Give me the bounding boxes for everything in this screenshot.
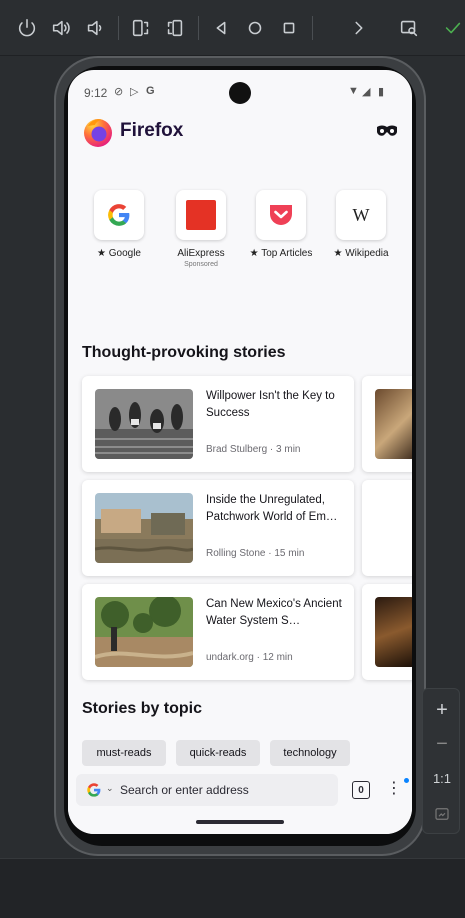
topic-chip[interactable]: must-reads	[82, 740, 166, 766]
topic-chip[interactable]: technology	[270, 740, 350, 766]
play-store-icon: ▷	[130, 86, 139, 98]
google-icon: G	[146, 85, 155, 97]
emulator-bottom-bar	[0, 858, 465, 918]
story-thumbnail	[375, 389, 412, 459]
app-name: Firefox	[120, 120, 184, 141]
story-thumbnail	[95, 389, 193, 459]
google-g-icon	[94, 190, 144, 240]
zoom-in-button[interactable]: +	[423, 693, 461, 727]
wifi-icon: ▼	[348, 85, 359, 97]
story-headline: Can New Mexico's Ancient Water System S…	[206, 598, 342, 627]
tab-counter-button[interactable]: 0	[352, 781, 370, 799]
sponsored-label: Sponsored	[184, 261, 218, 268]
pin-icon: ★	[249, 248, 259, 259]
shortcut-top-articles[interactable]: ★ Top Articles	[244, 190, 318, 259]
emulator-toolbar	[0, 0, 465, 56]
stories-heading: Thought-provoking stories	[82, 344, 286, 361]
home-icon[interactable]	[242, 15, 268, 41]
search-placeholder: Search or enter address	[120, 783, 249, 797]
story-card-peek[interactable]	[362, 584, 412, 680]
pocket-icon	[256, 190, 306, 240]
story-card[interactable]: Willpower Isn't the Key to Success Brad …	[82, 376, 354, 472]
shortcut-label: Top Articles	[261, 248, 313, 259]
story-thumbnail	[95, 597, 193, 667]
story-thumbnail	[95, 493, 193, 563]
story-card[interactable]: Inside the Unregulated, Patchwork World …	[82, 480, 354, 576]
top-sites: ★ Google AliExpress Sponsored ★ Top Arti…	[82, 190, 402, 290]
story-card-peek[interactable]	[362, 480, 412, 576]
wikipedia-icon: W	[336, 190, 386, 240]
address-toolbar: ⌄ Search or enter address 0 ⋮	[68, 770, 412, 834]
pin-icon: ★	[97, 248, 106, 259]
topic-chip[interactable]: quick-reads	[176, 740, 260, 766]
story-headline: Inside the Unregulated, Patchwork World …	[206, 494, 338, 523]
topics-heading: Stories by topic	[82, 700, 203, 717]
aliexpress-icon	[176, 190, 226, 240]
firefox-logo-icon	[84, 119, 112, 147]
zoom-out-button[interactable]: −	[423, 727, 461, 761]
story-meta: Rolling Stone · 15 min	[206, 548, 305, 559]
camera-cutout	[229, 82, 251, 104]
battery-icon: ▮	[378, 86, 385, 98]
menu-icon[interactable]: ⋮	[386, 778, 402, 802]
more-icon[interactable]	[346, 15, 372, 41]
story-card-peek[interactable]	[362, 376, 412, 472]
shortcut-aliexpress[interactable]: AliExpress Sponsored	[164, 190, 238, 268]
story-thumbnail	[375, 597, 412, 667]
notification-dot	[404, 778, 409, 783]
chevron-down-icon[interactable]: ⌄	[106, 783, 114, 794]
volume-down-icon[interactable]	[82, 15, 108, 41]
story-headline: Willpower Isn't the Key to Success	[206, 390, 335, 419]
emulator-window: + − 1:1 9:12 ⊘ ▷ G ▼ ◢ ▮ Firefox ★ Googl…	[0, 0, 465, 918]
do-not-disturb-icon: ⊘	[114, 86, 124, 98]
phone-screen: 9:12 ⊘ ▷ G ▼ ◢ ▮ Firefox ★ Google AliExp…	[68, 70, 412, 834]
shortcut-label: Google	[108, 248, 141, 259]
shortcut-label: Wikipedia	[345, 248, 389, 259]
shortcut-google[interactable]: ★ Google	[82, 190, 156, 259]
fit-screen-icon[interactable]	[423, 797, 461, 831]
overview-icon[interactable]	[276, 15, 302, 41]
search-engine-icon[interactable]	[86, 782, 102, 798]
checkmark-icon[interactable]	[440, 15, 465, 41]
pin-icon: ★	[333, 248, 343, 259]
firefox-header: Firefox	[82, 114, 398, 148]
private-mode-icon[interactable]	[376, 124, 398, 138]
shortcut-wikipedia[interactable]: W ★ Wikipedia	[324, 190, 398, 259]
shortcut-label: AliExpress	[177, 248, 225, 259]
gesture-home-indicator[interactable]	[196, 820, 284, 824]
actual-size-button[interactable]: 1:1	[423, 761, 461, 795]
story-meta: undark.org · 12 min	[206, 652, 293, 663]
rotate-right-icon[interactable]	[162, 15, 188, 41]
back-icon[interactable]	[208, 15, 234, 41]
rotate-left-icon[interactable]	[128, 15, 154, 41]
volume-up-icon[interactable]	[48, 15, 74, 41]
power-icon[interactable]	[14, 15, 40, 41]
screenshot-search-icon[interactable]	[396, 15, 422, 41]
story-card[interactable]: Can New Mexico's Ancient Water System S……	[82, 584, 354, 680]
signal-icon: ◢	[362, 86, 371, 98]
search-input[interactable]: ⌄ Search or enter address	[76, 774, 338, 806]
zoom-panel: + − 1:1	[422, 688, 460, 834]
status-time: 9:12	[84, 86, 108, 100]
story-meta: Brad Stulberg · 3 min	[206, 444, 301, 455]
